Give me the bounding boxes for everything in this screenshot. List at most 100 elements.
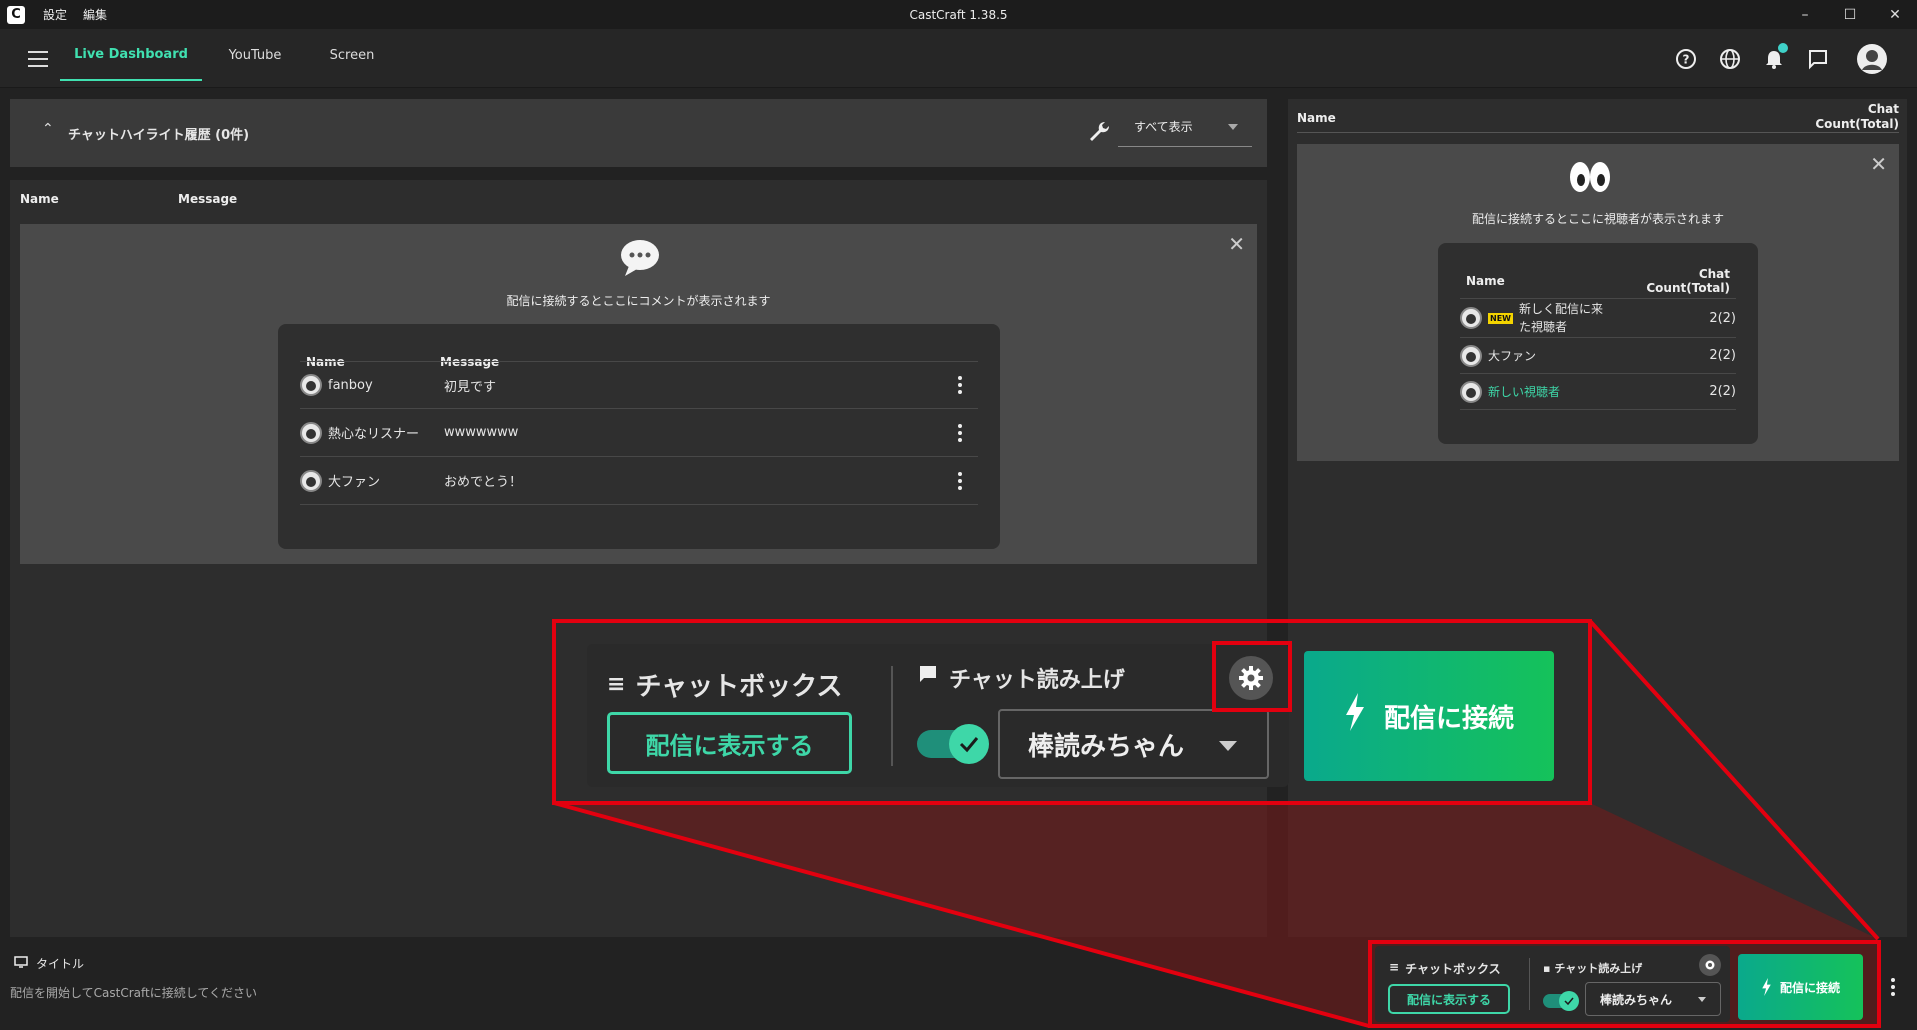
viewers-col-count: Chat Count(Total) xyxy=(1815,102,1899,132)
gear-highlight-outline xyxy=(1212,641,1292,712)
avatar xyxy=(1460,307,1482,329)
zoom-chatbox-text: チャットボックス xyxy=(635,672,843,702)
viewers-sample-card: Name Chat Count(Total) NEW 新しく配信に来 た視聴者 … xyxy=(1438,243,1758,444)
more-options-icon[interactable] xyxy=(958,376,962,394)
filter-select-value: すべて表示 xyxy=(1134,120,1193,134)
chat-icon[interactable] xyxy=(1804,45,1832,73)
viewer-name: 新しく配信に来 た視聴者 xyxy=(1519,300,1603,336)
zoomed-control-bar: ≡ チャットボックス 配信に表示する チャット読み上げ 棒読みちゃん xyxy=(587,644,1289,787)
divider xyxy=(1297,132,1899,133)
more-options-icon[interactable] xyxy=(958,423,962,442)
help-icon[interactable]: ? xyxy=(1672,45,1700,73)
viewer-name: 大ファン xyxy=(1488,349,1537,363)
zoom-show-on-stream-button[interactable]: 配信に表示する xyxy=(607,712,852,774)
connect-button[interactable]: 配信に接続 xyxy=(1738,954,1863,1020)
tts-engine-select[interactable]: 棒読みちゃん xyxy=(1585,982,1721,1016)
sample-viewers-col-count: Chat Count(Total) xyxy=(1646,267,1730,295)
tab-live-dashboard[interactable]: Live Dashboard xyxy=(60,29,202,81)
lines-icon: ≡ xyxy=(1389,960,1400,974)
comment-message: 初見です xyxy=(444,379,497,395)
menu-edit[interactable]: 編集 xyxy=(83,6,107,23)
comment-message: おめでとう！ xyxy=(444,475,523,490)
avatar xyxy=(300,374,322,396)
collapse-chevron-icon[interactable]: ⌃ xyxy=(42,121,54,137)
hamburger-menu-icon[interactable] xyxy=(28,51,48,67)
comment-name: 大ファン xyxy=(328,475,381,490)
viewers-panel: Name Chat Count(Total) 配信に接続するとここに視聴者が表示… xyxy=(1288,99,1907,937)
comment-name: fanboy xyxy=(328,377,373,393)
viewer-count: 2(2) xyxy=(1709,348,1736,363)
show-on-stream-button[interactable]: 配信に表示する xyxy=(1388,984,1510,1014)
window-title: CastCraft 1.38.5 xyxy=(909,7,1008,22)
flag-icon xyxy=(917,664,939,692)
user-avatar[interactable] xyxy=(1856,43,1888,75)
zoom-connect-button[interactable]: 配信に接続 xyxy=(1304,651,1554,781)
tts-engine-value: 棒読みちゃん xyxy=(1600,992,1673,1007)
tab-youtube[interactable]: YouTube xyxy=(210,29,300,81)
comments-empty-state: 配信に接続するとここにコメントが表示されます ✕ Name Message fa… xyxy=(20,224,1257,564)
more-options-icon[interactable] xyxy=(958,471,962,490)
avatar xyxy=(1460,344,1482,367)
bell-icon[interactable] xyxy=(1760,43,1788,73)
divider xyxy=(891,666,893,766)
viewer-name: 新しい視聴者 xyxy=(1488,385,1561,399)
viewer-row: NEW 新しく配信に来 た視聴者 2(2) xyxy=(1460,298,1736,338)
viewers-col-count-line2: Count(Total) xyxy=(1815,117,1899,131)
chevron-down-icon xyxy=(1228,124,1238,130)
check-icon xyxy=(1559,991,1579,1011)
chevron-down-icon xyxy=(1698,997,1706,1002)
monitor-icon xyxy=(14,956,28,971)
close-icon[interactable]: ✕ xyxy=(1870,152,1887,176)
wrench-icon[interactable] xyxy=(1084,117,1112,145)
new-badge: NEW xyxy=(1488,312,1513,324)
eyes-icon xyxy=(1568,160,1612,198)
viewers-empty-text: 配信に接続するとここに視聴者が表示されます xyxy=(1471,212,1724,226)
title-bar: C 設定 編集 CastCraft 1.38.5 – ☐ ✕ xyxy=(0,0,1917,29)
zoom-tts-text: チャット読み上げ xyxy=(949,668,1125,693)
comment-row: fanboy 初見です xyxy=(300,361,978,409)
chat-highlight-title: チャットハイライト履歴 (0件) xyxy=(68,127,250,143)
chatbox-label: ≡ チャットボックス xyxy=(1389,960,1501,977)
more-options-icon[interactable] xyxy=(1891,978,1895,996)
zoom-chatbox-label: ≡ チャットボックス xyxy=(607,666,842,703)
lightning-icon xyxy=(1344,692,1366,740)
divider xyxy=(1529,958,1530,1010)
viewers-col-name: Name xyxy=(1297,111,1336,125)
close-icon[interactable]: ✕ xyxy=(1228,232,1245,256)
comment-name: 熱心なリスナー xyxy=(328,427,420,442)
tts-label: ▪ チャット読み上げ xyxy=(1543,960,1642,976)
comments-col-name: Name xyxy=(20,192,59,206)
sample-count-line1: Chat xyxy=(1698,267,1730,281)
flag-icon: ▪ xyxy=(1543,962,1551,975)
chatbox-text: チャットボックス xyxy=(1405,962,1501,976)
lines-icon: ≡ xyxy=(607,672,626,697)
viewer-row: 新しい視聴者 2(2) xyxy=(1460,374,1736,410)
comment-row: 大ファン おめでとう！ xyxy=(300,457,978,505)
chevron-down-icon xyxy=(1219,741,1237,751)
minimize-button[interactable]: – xyxy=(1783,0,1827,29)
viewer-row: 大ファン 2(2) xyxy=(1460,338,1736,374)
zoom-tts-engine-select[interactable]: 棒読みちゃん xyxy=(998,709,1269,779)
stream-subtitle: 配信を開始してCastCraftに接続してください xyxy=(10,986,257,1000)
stream-title: タイトル xyxy=(14,955,84,972)
menu-settings[interactable]: 設定 xyxy=(43,6,67,23)
zoom-connect-text: 配信に接続 xyxy=(1383,703,1514,734)
comments-empty-text: 配信に接続するとここにコメントが表示されます xyxy=(506,294,771,308)
tts-text: チャット読み上げ xyxy=(1554,962,1643,975)
maximize-button[interactable]: ☐ xyxy=(1828,0,1872,29)
zoom-tts-label: チャット読み上げ xyxy=(917,662,1125,694)
lightning-icon xyxy=(1762,978,1771,996)
chat-highlight-header: ⌃ チャットハイライト履歴 (0件) すべて表示 xyxy=(10,99,1267,167)
connect-text: 配信に接続 xyxy=(1779,980,1840,995)
viewers-col-count-line1: Chat xyxy=(1867,102,1899,116)
gear-icon[interactable] xyxy=(1699,954,1721,976)
svg-text:?: ? xyxy=(1683,53,1690,67)
close-window-button[interactable]: ✕ xyxy=(1873,0,1917,29)
comments-panel: Name Message 配信に接続するとここにコメントが表示されます ✕ Na… xyxy=(10,180,1267,937)
filter-select[interactable]: すべて表示 xyxy=(1118,107,1252,147)
comment-row: 熱心なリスナー wwwwwww xyxy=(300,409,978,457)
globe-icon[interactable] xyxy=(1716,45,1744,73)
viewers-empty-state: 配信に接続するとここに視聴者が表示されます ✕ Name Chat Count(… xyxy=(1297,144,1899,461)
stream-title-label: タイトル xyxy=(36,957,85,971)
tab-screen[interactable]: Screen xyxy=(312,29,392,81)
